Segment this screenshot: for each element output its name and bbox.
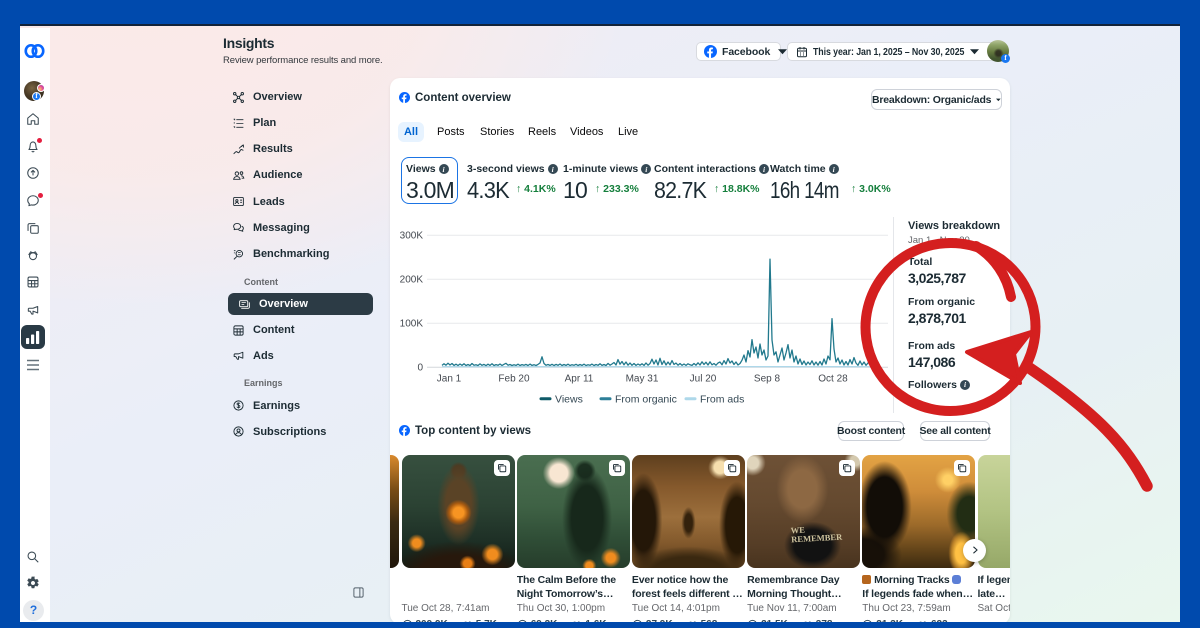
svg-text:Sep 8: Sep 8 — [754, 374, 781, 385]
svg-text:0: 0 — [417, 363, 423, 374]
svg-text:Jul 20: Jul 20 — [690, 374, 717, 385]
svg-text:Apr 11: Apr 11 — [565, 374, 594, 385]
svg-text:From organic: From organic — [615, 394, 677, 406]
svg-text:Views: Views — [555, 394, 583, 406]
svg-text:200K: 200K — [400, 275, 424, 286]
svg-text:May 31: May 31 — [626, 374, 659, 385]
svg-text:From ads: From ads — [700, 394, 744, 406]
svg-text:Oct 28: Oct 28 — [818, 374, 848, 385]
svg-text:100K: 100K — [400, 319, 424, 330]
svg-text:Feb 20: Feb 20 — [498, 374, 530, 385]
svg-text:300K: 300K — [400, 231, 424, 242]
svg-text:Jan 1: Jan 1 — [437, 374, 462, 385]
